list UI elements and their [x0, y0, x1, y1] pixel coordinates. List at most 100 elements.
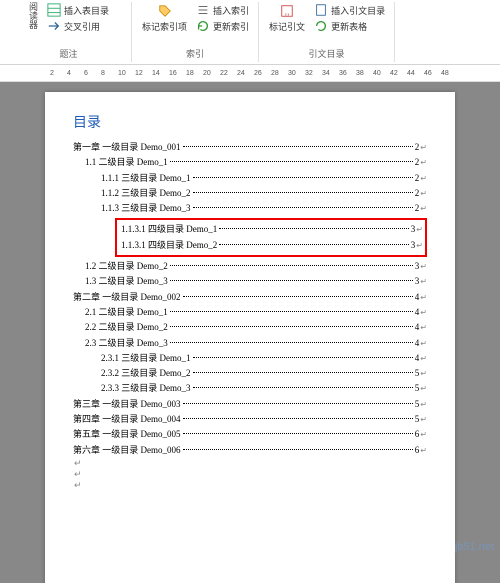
- update-index-label: 更新索引: [213, 20, 249, 33]
- paragraph-mark-icon: ↵: [420, 291, 427, 305]
- toc-leader-dots: [183, 418, 413, 419]
- toc-entry-label: 1.3 二级目录 Demo_3: [85, 274, 168, 289]
- toc-leader-dots: [183, 146, 413, 147]
- toc-leader-dots: [170, 326, 413, 327]
- ribbon: 阅读器 插入表目录 交叉引用 题注 标记索引项 插入索引 更新索引 索引 ,,标…: [0, 0, 500, 65]
- toc-body: 第一章 一级目录 Demo_0012↵1.1 二级目录 Demo_12↵1.1.…: [73, 140, 427, 491]
- toc-entry-level1[interactable]: 第三章 一级目录 Demo_0035↵: [73, 397, 427, 412]
- paragraph-mark-icon: ↵: [420, 172, 427, 186]
- insert-table-toc-button[interactable]: 插入表目录: [46, 2, 110, 18]
- toc-leader-dots: [193, 177, 413, 178]
- svg-text:,,: ,,: [285, 7, 290, 17]
- toc-page-number: 3: [415, 259, 420, 274]
- toc-entry-level1[interactable]: 第六章 一级目录 Demo_0066↵: [73, 443, 427, 458]
- ruler-tick: 16: [169, 70, 177, 77]
- ruler-tick: 38: [356, 70, 364, 77]
- paragraph-mark-icon: ↵: [420, 398, 427, 412]
- toc-entry-level3[interactable]: 2.3.1 三级目录 Demo_14↵: [101, 351, 427, 366]
- toc-entry-level1[interactable]: 第五章 一级目录 Demo_0056↵: [73, 427, 427, 442]
- paragraph-mark-icon: ↵: [416, 223, 423, 237]
- paragraph-mark-icon: ↵: [74, 480, 427, 491]
- toc-entry-level2[interactable]: 2.3 二级目录 Demo_34↵: [85, 336, 427, 351]
- paragraph-mark-icon: ↵: [420, 413, 427, 427]
- toc-leader-dots: [170, 161, 413, 162]
- toc-entry-label: 1.1.3.1 四级目录 Demo_1: [121, 222, 217, 237]
- toc-entry-label: 第三章 一级目录 Demo_003: [73, 397, 181, 412]
- toc-leader-dots: [170, 265, 413, 266]
- toc-entry-label: 第六章 一级目录 Demo_006: [73, 443, 181, 458]
- toc-page-number: 4: [415, 351, 420, 366]
- toc-entry-level1[interactable]: 第一章 一级目录 Demo_0012↵: [73, 140, 427, 155]
- paragraph-mark-icon: ↵: [420, 321, 427, 335]
- update-index-button[interactable]: 更新索引: [195, 18, 250, 34]
- toc-entry-level2[interactable]: 2.2 二级目录 Demo_24↵: [85, 320, 427, 335]
- toc-entry-level3[interactable]: 1.1.1 三级目录 Demo_1 2↵: [101, 171, 427, 186]
- update-table-button[interactable]: 更新表格: [313, 18, 386, 34]
- insert-table-toc-label: 插入表目录: [64, 4, 109, 17]
- toc-page-number: 4: [415, 336, 420, 351]
- ruler-tick: 4: [67, 70, 71, 77]
- toc-entry-level2[interactable]: 2.1 二级目录 Demo_14↵: [85, 305, 427, 320]
- paragraph-mark-icon: ↵: [420, 337, 427, 351]
- ruler-tick: 2: [50, 70, 54, 77]
- toc-entry-level3[interactable]: 1.1.3 三级目录 Demo_32↵: [101, 201, 427, 216]
- toc-entry-level2[interactable]: 1.3 二级目录 Demo_33↵: [85, 274, 427, 289]
- toc-entry-level3[interactable]: 2.3.3 三级目录 Demo_35↵: [101, 381, 427, 396]
- toc-entry-label: 第二章 一级目录 Demo_002: [73, 290, 181, 305]
- toc-leader-dots: [170, 342, 413, 343]
- group-label-caption: 题注: [60, 47, 78, 62]
- ruler-tick: 22: [220, 70, 228, 77]
- toc-leader-dots: [170, 280, 413, 281]
- highlight-annotation: 1.1.3.1 四级目录 Demo_13↵1.1.3.1 四级目录 Demo_2…: [115, 218, 427, 257]
- paragraph-mark-icon: ↵: [420, 260, 427, 274]
- toc-entry-level3[interactable]: 1.1.2 三级目录 Demo_22↵: [101, 186, 427, 201]
- toc-page-number: 6: [415, 443, 420, 458]
- toc-page-number: 4: [415, 305, 420, 320]
- insert-index-button[interactable]: 插入索引: [195, 2, 250, 18]
- toc-page-number: 5: [415, 381, 420, 396]
- ruler-tick: 18: [186, 70, 194, 77]
- toc-page-number: 4: [415, 290, 420, 305]
- toc-entry-level2[interactable]: 1.1 二级目录 Demo_12↵: [85, 155, 427, 170]
- mark-citation-button[interactable]: ,,标记引文: [267, 2, 307, 35]
- toc-entry-label: 1.1 二级目录 Demo_1: [85, 155, 168, 170]
- toc-page-number: 2: [415, 171, 420, 186]
- toc-entry-level4[interactable]: 1.1.3.1 四级目录 Demo_13↵: [121, 222, 423, 237]
- ruler-tick: 48: [441, 70, 449, 77]
- toc-entry-level1[interactable]: 第四章 一级目录 Demo_0045↵: [73, 412, 427, 427]
- watermark: jb51.net: [455, 541, 494, 553]
- ruler-tick: 14: [152, 70, 160, 77]
- cross-ref-button[interactable]: 交叉引用: [46, 18, 110, 34]
- toc-entry-level4[interactable]: 1.1.3.1 四级目录 Demo_23↵: [121, 238, 423, 253]
- table-icon: [47, 3, 61, 17]
- paragraph-mark-icon: ↵: [420, 202, 427, 216]
- document-workspace[interactable]: 目录 第一章 一级目录 Demo_0012↵1.1 二级目录 Demo_12↵1…: [0, 82, 500, 583]
- toc-entry-label: 2.3.2 三级目录 Demo_2: [101, 366, 191, 381]
- insert-cit-toc-button[interactable]: 插入引文目录: [313, 2, 386, 18]
- toc-leader-dots: [193, 192, 413, 193]
- toc-entry-label: 2.3.1 三级目录 Demo_1: [101, 351, 191, 366]
- ruler-tick: 46: [424, 70, 432, 77]
- toc-entry-label: 第五章 一级目录 Demo_005: [73, 427, 181, 442]
- toc-entry-label: 1.2 二级目录 Demo_2: [85, 259, 168, 274]
- mark-index-button[interactable]: 标记索引项: [140, 2, 189, 35]
- group-label-index: 索引: [186, 47, 204, 62]
- cite-icon: ,,: [280, 4, 294, 18]
- horizontal-ruler[interactable]: 2468101214161820222426283032343638404244…: [0, 65, 500, 82]
- toc-entry-level1[interactable]: 第二章 一级目录 Demo_002 4↵: [73, 290, 427, 305]
- toc-entry-level2[interactable]: 1.2 二级目录 Demo_2 3↵: [85, 259, 427, 274]
- toc-leader-dots: [183, 433, 413, 434]
- toc-leader-dots: [193, 357, 413, 358]
- ruler-tick: 34: [322, 70, 330, 77]
- ruler-tick: 42: [390, 70, 398, 77]
- toc-leader-dots: [219, 228, 409, 229]
- toc-entry-label: 1.1.1 三级目录 Demo_1: [101, 171, 191, 186]
- toc-entry-level3[interactable]: 2.3.2 三级目录 Demo_25↵: [101, 366, 427, 381]
- toc-page-number: 3: [411, 238, 416, 253]
- insert-index-label: 插入索引: [213, 4, 249, 17]
- toc-leader-dots: [193, 372, 413, 373]
- toc-leader-dots: [170, 311, 413, 312]
- toc-leader-dots: [193, 207, 413, 208]
- tab-reader-hint: 阅读器: [27, 2, 40, 29]
- paragraph-mark-icon: ↵: [74, 458, 427, 469]
